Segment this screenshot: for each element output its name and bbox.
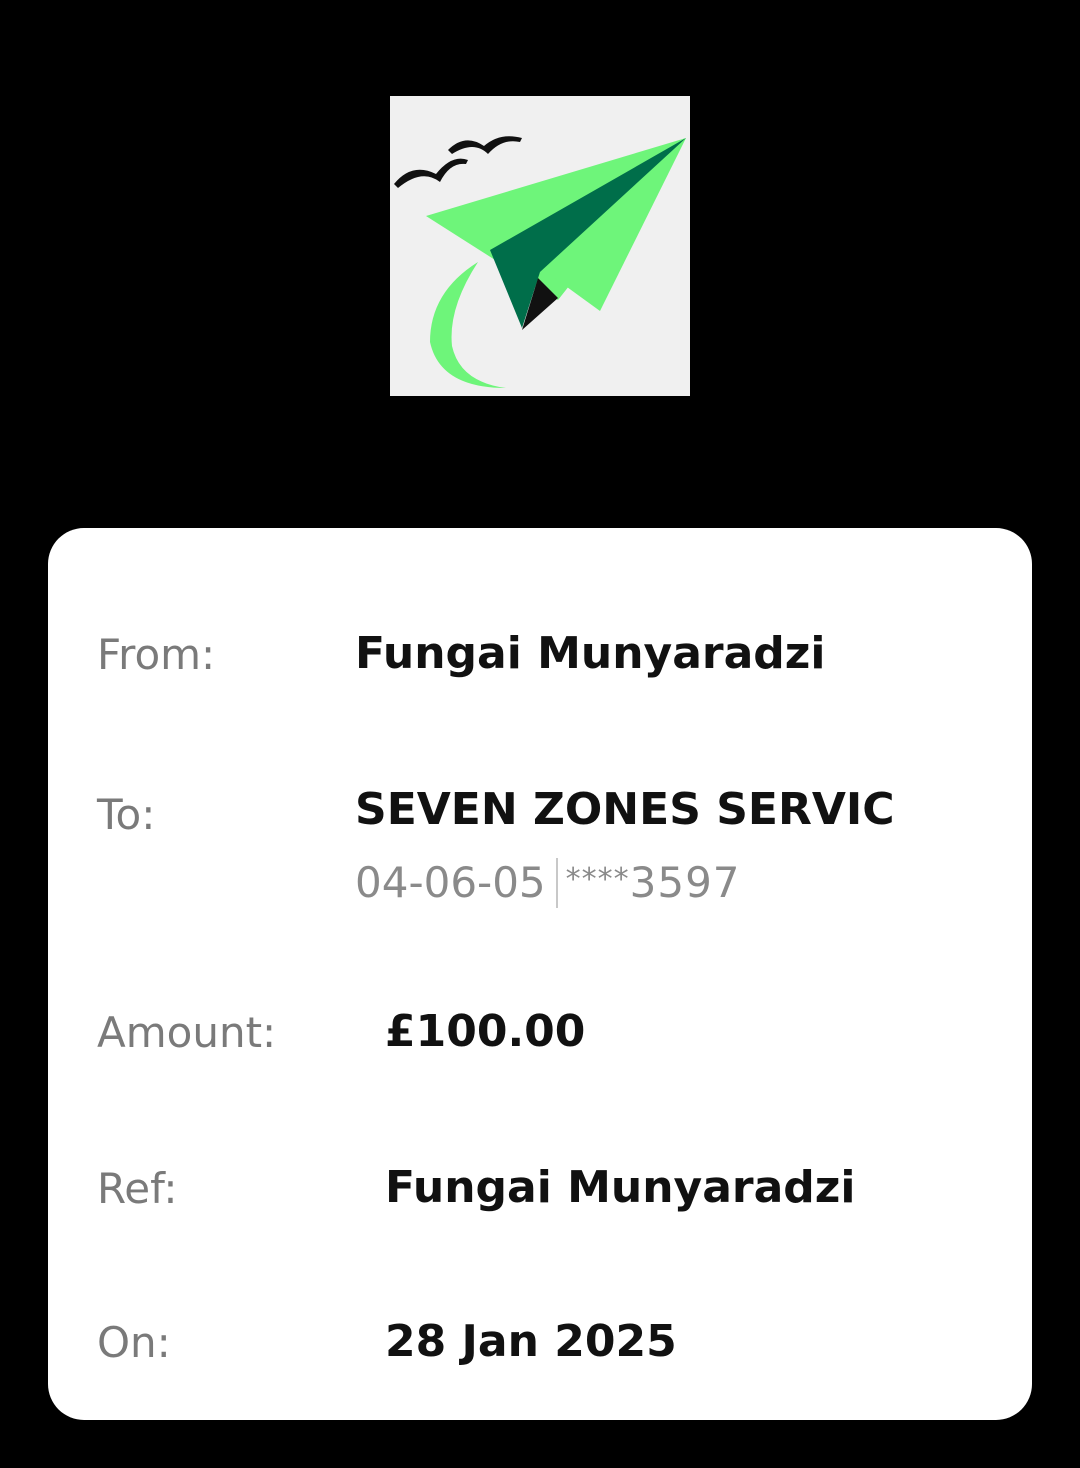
ref-label: Ref: (97, 1164, 178, 1213)
paper-plane-logo-icon (390, 96, 690, 396)
account-number: ****3597 (566, 862, 741, 904)
amount-label: Amount: (97, 1008, 277, 1057)
account-last4: 3597 (629, 858, 741, 907)
from-label: From: (97, 630, 216, 679)
to-label: To: (97, 790, 156, 839)
paper-plane-logo-svg (394, 136, 686, 388)
bird-icon (448, 136, 522, 154)
bird-icon (394, 158, 468, 188)
separator (555, 858, 558, 908)
on-value: 28 Jan 2025 (385, 1316, 677, 1367)
transfer-details-card: From: Fungai Munyaradzi To: SEVEN ZONES … (48, 528, 1032, 1420)
to-value: SEVEN ZONES SERVIC (355, 784, 895, 835)
sort-code: 04-06-05 (355, 858, 546, 907)
ref-value: Fungai Munyaradzi (385, 1162, 856, 1213)
swoosh-trail (430, 262, 506, 388)
account-details: 04-06-05 ****3597 (355, 858, 741, 908)
from-value: Fungai Munyaradzi (355, 628, 826, 679)
amount-value: £100.00 (385, 1006, 586, 1057)
on-label: On: (97, 1318, 171, 1367)
account-mask: **** (565, 862, 630, 897)
